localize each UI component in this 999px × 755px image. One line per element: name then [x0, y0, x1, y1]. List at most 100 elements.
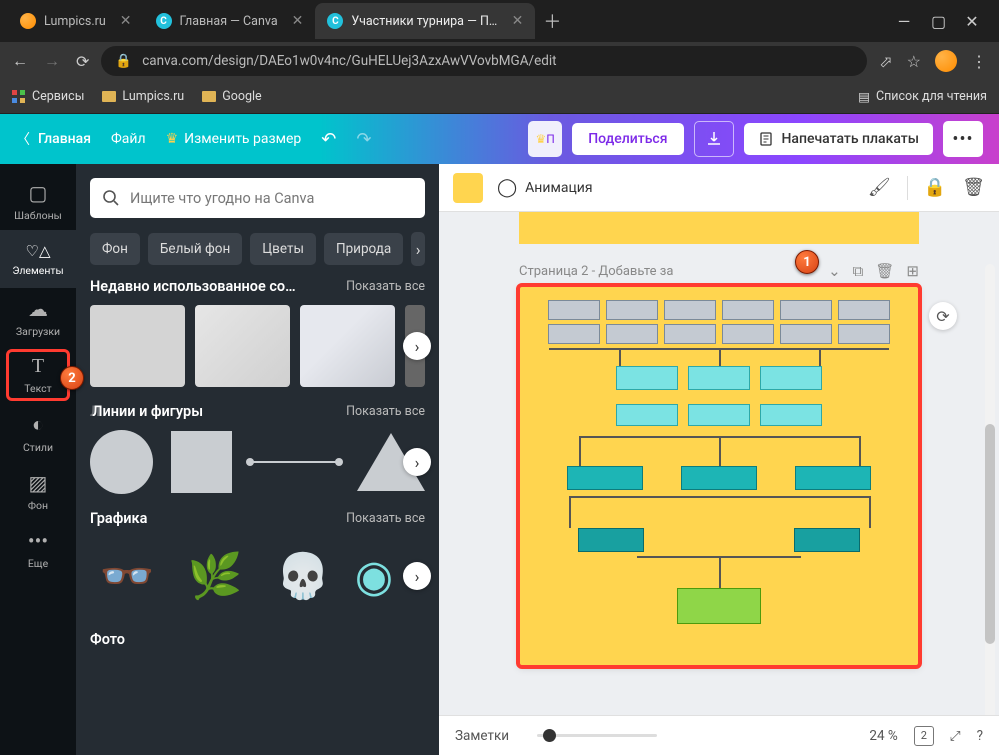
zoom-level[interactable]: 24 % [869, 728, 897, 744]
download-button[interactable] [694, 121, 734, 157]
close-button[interactable]: ✕ [965, 12, 979, 31]
row-next-button[interactable]: › [403, 332, 431, 360]
row-next-button[interactable]: › [403, 562, 431, 590]
redo-button[interactable]: ↷ [356, 129, 371, 150]
menu-icon[interactable]: ⋮ [971, 52, 987, 71]
bookmark-icon[interactable]: ☆ [907, 52, 921, 71]
style-copy-icon[interactable]: 🖌 [868, 177, 891, 198]
sidenav-text[interactable]: T Текст 2 [0, 346, 76, 404]
pages-indicator[interactable]: 2 [914, 726, 934, 746]
rotate-button[interactable]: ⟳ [929, 302, 957, 330]
thumb-item[interactable] [300, 305, 395, 387]
chip-flowers[interactable]: Цветы [250, 233, 316, 265]
sidenav-label: Элементы [12, 264, 63, 277]
share-button[interactable]: Поделиться [572, 123, 683, 155]
address-bar[interactable]: 🔒 canva.com/design/DAEo1w0v4nc/GuHELUej3… [101, 46, 867, 76]
list-icon: ▤ [858, 89, 870, 105]
notes-button[interactable]: Заметки [455, 728, 509, 744]
graphic-abstract[interactable]: ◉ [354, 539, 394, 613]
duplicate-icon[interactable]: ⧉ [853, 262, 864, 280]
tab-close-icon[interactable]: ✕ [120, 13, 132, 29]
sidenav-uploads[interactable]: ☁ Загрузки [0, 288, 76, 346]
shape-square[interactable] [171, 431, 232, 493]
show-all-link[interactable]: Показать все [346, 511, 425, 526]
home-button[interactable]: 〈 Главная [16, 129, 91, 149]
animation-button[interactable]: ◯ Анимация [497, 177, 593, 198]
sidenav-elements[interactable]: ♡△ Элементы [0, 230, 76, 288]
add-page-icon[interactable]: ⊞ [906, 262, 919, 280]
undo-button[interactable]: ↶ [321, 129, 336, 150]
section-recent: Недавно использованное со… Показать все … [76, 278, 439, 403]
row-next-button[interactable]: › [403, 448, 431, 476]
folder-icon [202, 91, 216, 102]
chip-next[interactable]: › [411, 232, 425, 266]
graphic-seaweed[interactable]: 🌿 [178, 539, 252, 613]
move-down-icon[interactable]: ⌄ [828, 262, 841, 280]
print-button[interactable]: Напечатать плакаты [744, 123, 934, 155]
animation-icon: ◯ [497, 177, 517, 198]
sidenav-more[interactable]: ••• Еще [0, 520, 76, 578]
profile-avatar[interactable] [935, 50, 957, 72]
bookmark-google[interactable]: Google [202, 89, 261, 104]
search-input[interactable]: Ищите что угодно на Canva [90, 178, 425, 218]
show-all-link[interactable]: Показать все [346, 404, 425, 419]
tab-favicon: C [156, 13, 172, 29]
poster-wrap: ⟳ [519, 286, 919, 666]
page-title[interactable]: Страница 2 - Добавьте за [519, 264, 673, 279]
file-menu[interactable]: Файл [111, 131, 146, 147]
poster-canvas[interactable] [519, 286, 919, 666]
more-button[interactable]: ••• [943, 121, 983, 157]
sidenav-background[interactable]: ▨ Фон [0, 462, 76, 520]
fullscreen-icon[interactable]: ⤢ [950, 728, 961, 744]
url-text: canva.com/design/DAEo1w0v4nc/GuHELUej3Az… [142, 53, 556, 69]
hatch-icon: ▨ [29, 471, 48, 495]
share-icon[interactable]: ⬀ [879, 52, 892, 71]
reading-list[interactable]: ▤ Список для чтения [858, 89, 987, 105]
scrollbar[interactable] [985, 264, 995, 715]
color-swatch[interactable] [453, 173, 483, 203]
bookmark-label: Google [222, 89, 261, 104]
chip-nature[interactable]: Природа [324, 233, 403, 265]
tab-lumpics[interactable]: Lumpics.ru ✕ [8, 3, 144, 39]
zoom-slider[interactable] [537, 734, 657, 737]
maximize-button[interactable]: ▢ [931, 12, 945, 31]
graphic-skull[interactable]: 💀 [266, 539, 340, 613]
shape-circle[interactable] [90, 430, 153, 494]
reload-button[interactable]: ⟳ [76, 52, 89, 71]
delete-page-icon[interactable]: 🗑 [875, 262, 894, 280]
delete-icon[interactable]: 🗑 [962, 177, 985, 198]
footer-bar: Заметки 24 % 2 ⤢ ? [439, 715, 999, 755]
chip-white-bg[interactable]: Белый фон [148, 233, 242, 265]
show-all-link[interactable]: Показать все [346, 279, 425, 294]
resize-button[interactable]: ♛ Изменить размер [166, 131, 302, 147]
tab-close-icon[interactable]: ✕ [512, 13, 524, 29]
tab-close-icon[interactable]: ✕ [292, 13, 304, 29]
sidenav-label: Шаблоны [14, 209, 62, 222]
thumb-item[interactable] [195, 305, 290, 387]
new-tab-button[interactable]: ＋ [543, 8, 561, 34]
page-1-strip[interactable] [519, 212, 919, 244]
bookmark-apps[interactable]: Сервисы [12, 89, 84, 104]
help-icon[interactable]: ? [977, 728, 983, 744]
chip-background[interactable]: Фон [90, 233, 140, 265]
shape-line[interactable] [250, 461, 339, 463]
canvas-viewport[interactable]: Страница 2 - Добавьте за 1 ⌃ ⌄ ⧉ 🗑 ⊞ ⟳ [439, 212, 999, 715]
scrollbar-thumb[interactable] [985, 424, 995, 644]
back-button[interactable]: ← [12, 51, 28, 71]
sidenav-templates[interactable]: ▢ Шаблоны [0, 172, 76, 230]
section-lines: ЛЛинии и фигуры Показать все › [76, 403, 439, 510]
forward-button[interactable]: → [44, 51, 60, 71]
graphic-glasses[interactable]: 👓 [90, 539, 164, 613]
sidenav-styles[interactable]: ◐ Стили [0, 404, 76, 462]
slider-thumb[interactable] [543, 729, 556, 742]
tab-canva-home[interactable]: C Главная — Canva ✕ [144, 3, 316, 39]
tab-label: Участники турнира — Плакат [351, 14, 497, 29]
minimize-button[interactable]: — [897, 12, 911, 31]
premium-button[interactable]: ♛П [528, 121, 562, 157]
chip-row: Фон Белый фон Цветы Природа › [76, 232, 439, 278]
thumb-item[interactable] [90, 305, 185, 387]
tab-canva-design[interactable]: C Участники турнира — Плакат ✕ [315, 3, 535, 39]
lock-icon[interactable]: 🔒 [924, 177, 946, 198]
context-toolbar: ◯ Анимация 🖌 🔒 🗑 [439, 164, 999, 212]
bookmark-lumpics[interactable]: Lumpics.ru [102, 89, 184, 104]
